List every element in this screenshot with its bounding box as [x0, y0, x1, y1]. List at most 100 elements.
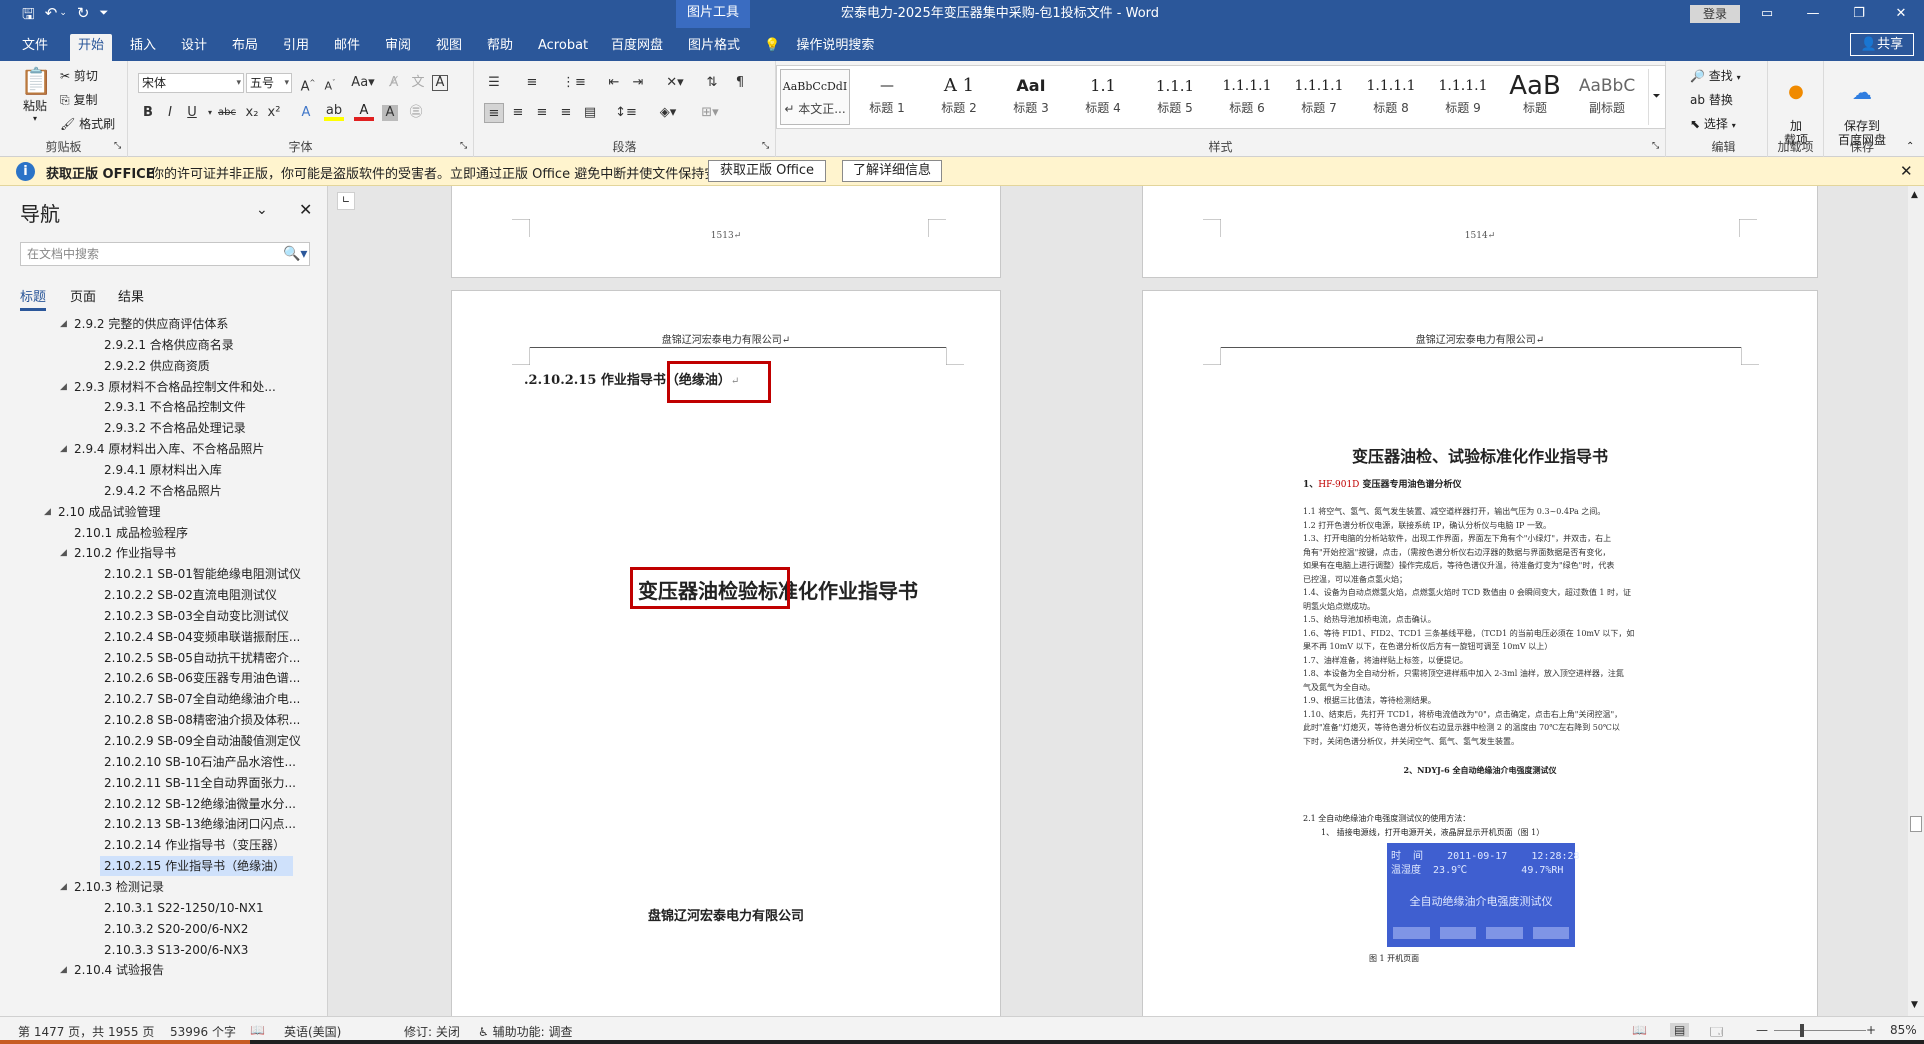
cut-button[interactable]: ✂ 剪切	[60, 67, 98, 84]
align-right-icon[interactable]: ≡	[532, 103, 552, 123]
tab-acrobat[interactable]: Acrobat	[530, 34, 596, 61]
collapse-ribbon-icon[interactable]: ⌃	[1906, 141, 1914, 152]
italic-button[interactable]: I	[160, 103, 180, 123]
nav-heading-item[interactable]: 2.9.4.2 不合格品照片	[104, 481, 222, 501]
chevron-down-icon[interactable]: ⌄	[256, 202, 268, 218]
login-button[interactable]: 登录	[1690, 5, 1740, 23]
nav-heading-item[interactable]: 2.9.2.1 合格供应商名录	[104, 335, 234, 355]
tab-review[interactable]: 审阅	[377, 34, 419, 61]
undo-icon[interactable]: ↶	[45, 4, 58, 29]
tab-mailings[interactable]: 邮件	[326, 34, 368, 61]
tab-home[interactable]: 开始	[70, 34, 113, 61]
style-heading-1[interactable]: — 标题 1	[852, 69, 922, 125]
scrollbar-thumb[interactable]	[1910, 816, 1922, 832]
nav-heading-item[interactable]: 2.10.2.1 SB-01智能绝缘电阻测试仪	[104, 564, 301, 584]
learn-more-button[interactable]: 了解详细信息	[842, 160, 942, 182]
sort-icon[interactable]: ⇅	[702, 73, 722, 93]
dialog-launcher-icon[interactable]: ⤡	[114, 141, 121, 151]
customize-qat-icon[interactable]: ⏷	[99, 6, 108, 29]
nav-heading-item[interactable]: 2.10.2.9 SB-09全自动油酸值测定仪	[104, 731, 301, 751]
nav-heading-item[interactable]: 2.10.2.10 SB-10石油产品水溶性...	[104, 752, 296, 772]
bullets-icon[interactable]: ☰	[484, 73, 504, 93]
minimize-icon[interactable]: —	[1790, 0, 1836, 28]
zoom-in-icon[interactable]: +	[1866, 1023, 1876, 1037]
grow-font-icon[interactable]: A^	[298, 73, 318, 94]
nav-heading-item[interactable]: 2.9.2.2 供应商资质	[104, 356, 210, 376]
nav-heading-item[interactable]: 2.10.2.5 SB-05自动抗干扰精密介...	[104, 648, 300, 668]
proofing-icon[interactable]: 📖	[250, 1023, 265, 1037]
nav-tab-pages[interactable]: 页面	[70, 286, 96, 305]
print-layout-icon[interactable]: ▤	[1670, 1023, 1690, 1037]
scroll-down-icon[interactable]: ▼	[1911, 1000, 1918, 1010]
bold-button[interactable]: B	[138, 103, 158, 123]
character-border-icon[interactable]: A	[432, 75, 448, 91]
nav-heading-item[interactable]: 2.10.2.8 SB-08精密油介损及体积...	[104, 710, 300, 730]
language[interactable]: 英语(美国)	[284, 1023, 341, 1040]
accessibility-status[interactable]: ♿ 辅助功能: 调查	[478, 1023, 572, 1040]
zoom-level[interactable]: 85%	[1890, 1023, 1917, 1037]
zoom-slider[interactable]	[1774, 1030, 1866, 1031]
zoom-out-icon[interactable]: —	[1756, 1023, 1768, 1037]
nav-heading-item[interactable]: 2.9.3 原材料不合格品控制文件和处...	[74, 377, 276, 397]
tab-selector[interactable]: ∟	[337, 192, 355, 210]
nav-search-input[interactable]: 在文档中搜索 🔍▾	[20, 242, 310, 266]
tab-design[interactable]: 设计	[173, 34, 215, 61]
ribbon-display-options-icon[interactable]: ▭	[1744, 0, 1790, 28]
close-icon[interactable]: ✕	[1900, 162, 1913, 180]
read-mode-icon[interactable]: 📖	[1632, 1023, 1647, 1037]
nav-heading-item[interactable]: 2.10.3 检测记录	[74, 877, 164, 897]
get-genuine-office-button[interactable]: 获取正版 Office	[708, 160, 826, 182]
nav-heading-item[interactable]: 2.10.2.15 作业指导书（绝缘油）	[100, 856, 294, 877]
select-button[interactable]: ⬉ 选择 ▾	[1690, 115, 1736, 132]
expand-triangle-icon[interactable]: ◢	[60, 965, 67, 975]
nav-heading-item[interactable]: 2.10 成品试验管理	[58, 502, 161, 522]
enclose-characters-icon[interactable]: ㊂	[406, 103, 426, 123]
nav-heading-item[interactable]: 2.10.2.3 SB-03全自动变比测试仪	[104, 606, 289, 626]
scroll-up-icon[interactable]: ▲	[1911, 190, 1918, 200]
show-marks-icon[interactable]: ¶	[730, 73, 750, 93]
style-heading-9[interactable]: 1.1.1.1 标题 9	[1428, 69, 1498, 125]
line-spacing-icon[interactable]: ↕≡	[612, 103, 640, 123]
shrink-font-icon[interactable]: Aˇ	[320, 73, 340, 93]
nav-tab-headings[interactable]: 标题	[20, 286, 47, 311]
style-heading-6[interactable]: 1.1.1.1 标题 6	[1212, 69, 1282, 125]
strikethrough-button[interactable]: abc	[214, 103, 240, 123]
clear-formatting-icon[interactable]: A̸	[384, 73, 404, 93]
paragraph-dialog-launcher-icon[interactable]: ⤡	[762, 141, 769, 151]
tab-references[interactable]: 引用	[275, 34, 317, 61]
highlight-icon[interactable]: ab	[324, 103, 344, 121]
redo-icon[interactable]: ↻	[77, 4, 90, 29]
font-name-combo[interactable]: 宋体 ▾	[138, 73, 244, 93]
undo-dropdown-icon[interactable]: ⌄	[59, 8, 67, 29]
font-color-icon[interactable]: A	[354, 103, 374, 121]
nav-heading-item[interactable]: 2.10.2.2 SB-02直流电阻测试仪	[104, 585, 277, 605]
increase-indent-icon[interactable]: ⇥	[628, 73, 648, 93]
style-subtitle[interactable]: AaBbC 副标题	[1572, 69, 1642, 125]
numbering-icon[interactable]: ≡	[522, 73, 542, 93]
style-heading-7[interactable]: 1.1.1.1 标题 7	[1284, 69, 1354, 125]
nav-heading-item[interactable]: 2.9.4 原材料出入库、不合格品照片	[74, 439, 264, 459]
nav-heading-item[interactable]: 2.10.3.2 S20-200/6-NX2	[104, 919, 248, 939]
tab-file[interactable]: 文件	[14, 34, 56, 61]
tab-baidu-netdisk[interactable]: 百度网盘	[603, 34, 671, 61]
nav-heading-item[interactable]: 2.9.3.2 不合格品处理记录	[104, 418, 246, 438]
superscript-button[interactable]: x²	[264, 103, 284, 123]
nav-heading-item[interactable]: 2.10.2.13 SB-13绝缘油闭口闪点...	[104, 814, 296, 834]
expand-triangle-icon[interactable]: ◢	[60, 319, 67, 329]
phonetic-guide-icon[interactable]: 文	[408, 73, 428, 93]
character-shading-icon[interactable]: A	[382, 105, 398, 121]
nav-heading-item[interactable]: 2.10.2 作业指导书	[74, 543, 176, 563]
tell-me-search[interactable]: 💡 操作说明搜索	[764, 34, 874, 61]
style-heading-2[interactable]: A 1 标题 2	[924, 69, 994, 125]
borders-icon[interactable]: ⊞▾	[696, 103, 724, 123]
nav-heading-item[interactable]: 2.10.2.6 SB-06变压器专用油色谱...	[104, 668, 300, 688]
style-heading-3[interactable]: AaI 标题 3	[996, 69, 1066, 125]
justify-icon[interactable]: ≡	[556, 103, 576, 123]
nav-heading-item[interactable]: 2.9.4.1 原材料出入库	[104, 460, 222, 480]
change-case-icon[interactable]: Aa▾	[348, 73, 378, 93]
underline-button[interactable]: U	[182, 103, 202, 123]
expand-triangle-icon[interactable]: ◢	[44, 507, 51, 517]
paste-button[interactable]: 📋 粘贴 ▾	[20, 67, 52, 123]
expand-triangle-icon[interactable]: ◢	[60, 444, 67, 454]
expand-triangle-icon[interactable]: ◢	[60, 548, 67, 558]
